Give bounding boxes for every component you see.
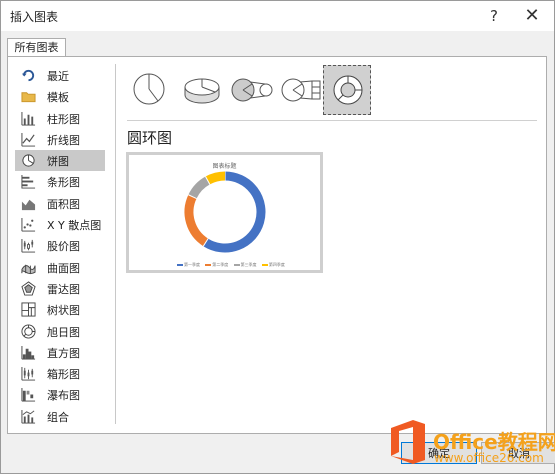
category-radar[interactable]: 雷达图	[15, 278, 105, 299]
selected-type-heading: 圆环图	[127, 129, 173, 147]
category-pie[interactable]: 饼图	[15, 150, 105, 172]
category-scatter[interactable]: X Y 散点图	[15, 214, 105, 235]
category-bar[interactable]: 条形图	[15, 171, 105, 192]
category-combo[interactable]: 组合	[15, 406, 105, 427]
title-bar: 插入图表 ? ✕	[1, 1, 554, 31]
subtype-pie-of-pie[interactable]	[229, 65, 277, 115]
sunburst-chart-icon	[21, 324, 36, 339]
legend-item: 第二季度	[205, 262, 228, 267]
subtype-3d-pie[interactable]	[179, 65, 227, 115]
category-label: 组合	[47, 410, 69, 424]
doughnut-segment-4	[205, 171, 226, 185]
doughnut-icon	[333, 75, 363, 105]
legend-item: 第四季度	[261, 262, 285, 267]
dialog-title: 插入图表	[10, 10, 59, 24]
category-recent[interactable]: 最近	[15, 65, 105, 86]
3d-pie-icon	[184, 78, 220, 104]
surface-chart-icon	[21, 264, 36, 274]
pie-icon	[133, 73, 165, 105]
category-label: 旭日图	[47, 325, 80, 339]
category-label: 最近	[47, 70, 69, 83]
histogram-chart-icon	[21, 345, 36, 360]
category-label: 折线图	[47, 133, 80, 147]
category-label: 面积图	[47, 197, 80, 211]
category-label: 模板	[47, 91, 69, 105]
stock-chart-icon	[21, 239, 36, 253]
doughnut-segment-3	[188, 176, 211, 199]
category-histogram[interactable]: 直方图	[15, 342, 105, 363]
category-label: X Y 散点图	[47, 219, 102, 233]
tab-strip	[1, 31, 554, 57]
legend-label: 第二季度	[212, 262, 229, 267]
combo-chart-icon	[21, 409, 36, 424]
line-chart-icon	[21, 132, 36, 147]
help-button[interactable]: ?	[483, 5, 505, 27]
category-label: 条形图	[47, 176, 80, 190]
doughnut-segment-1	[203, 171, 266, 253]
category-sunburst[interactable]: 旭日图	[15, 321, 105, 342]
doughnut-chart	[184, 171, 266, 253]
category-label: 瀑布图	[47, 389, 80, 403]
insert-chart-dialog: 插入图表 ? ✕ 所有图表 最近 模板 柱形图 折线图 饼图 条形图 面积图 X…	[0, 0, 555, 474]
chart-category-list: 最近 模板 柱形图 折线图 饼图 条形图 面积图 X Y 散点图 股价图 曲面图…	[15, 65, 107, 427]
office-logo-watermark	[391, 420, 425, 464]
legend-item: 第一季度	[177, 262, 200, 267]
category-label: 雷达图	[47, 282, 80, 296]
category-label: 股价图	[47, 240, 80, 254]
column-chart-icon	[21, 111, 36, 126]
tab-all-charts[interactable]: 所有图表	[7, 38, 66, 58]
watermark-url: www.office26.com	[434, 451, 544, 465]
chart-subtype-gallery	[127, 65, 537, 117]
legend-label: 第三季度	[240, 262, 257, 267]
pie-of-pie-icon	[231, 78, 273, 102]
category-treemap[interactable]: 树状图	[15, 299, 105, 320]
bar-chart-icon	[21, 175, 36, 190]
radar-chart-icon	[21, 281, 36, 296]
category-area[interactable]: 面积图	[15, 193, 105, 214]
divider	[115, 64, 116, 424]
bar-of-pie-icon	[281, 78, 321, 102]
category-line[interactable]: 折线图	[15, 129, 105, 150]
category-label: 直方图	[47, 346, 80, 360]
category-waterfall[interactable]: 瀑布图	[15, 384, 105, 405]
doughnut-segment-2	[184, 194, 209, 247]
subtype-bar-of-pie[interactable]	[279, 65, 327, 115]
subtype-doughnut[interactable]	[323, 65, 371, 115]
close-button[interactable]: ✕	[521, 5, 543, 27]
category-templates[interactable]: 模板	[15, 86, 105, 107]
category-label: 树状图	[47, 304, 80, 318]
category-stock[interactable]: 股价图	[15, 235, 105, 256]
folder-icon	[21, 92, 36, 103]
preview-legend: 第一季度 第二季度 第三季度 第四季度	[177, 262, 289, 268]
chart-preview[interactable]: 图表标题 第一季度 第二季度 第三季度 第四季度	[126, 152, 323, 273]
waterfall-chart-icon	[21, 388, 36, 402]
pie-chart-icon	[22, 154, 35, 167]
category-surface[interactable]: 曲面图	[15, 257, 105, 278]
recent-icon	[21, 69, 35, 82]
category-label: 曲面图	[47, 261, 80, 275]
category-label: 柱形图	[47, 112, 80, 126]
separator	[127, 120, 537, 121]
boxplot-chart-icon	[21, 367, 36, 381]
category-boxplot[interactable]: 箱形图	[15, 363, 105, 384]
legend-label: 第四季度	[268, 262, 285, 267]
subtype-pie[interactable]	[127, 65, 175, 115]
scatter-chart-icon	[21, 218, 36, 232]
category-label: 饼图	[47, 155, 69, 169]
category-column[interactable]: 柱形图	[15, 108, 105, 129]
area-chart-icon	[21, 199, 36, 210]
treemap-chart-icon	[21, 302, 36, 317]
legend-item: 第三季度	[233, 262, 257, 267]
category-label: 箱形图	[47, 368, 80, 382]
legend-label: 第一季度	[184, 262, 200, 267]
